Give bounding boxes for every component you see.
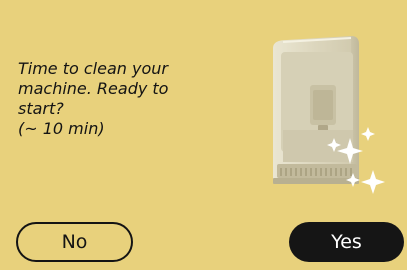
yes-button[interactable]: Yes (289, 222, 404, 262)
cleaning-prompt-screen: Time to clean your machine. Ready to sta… (0, 0, 407, 270)
no-button[interactable]: No (16, 222, 133, 262)
cleaning-prompt-text: Time to clean your machine. Ready to sta… (18, 59, 208, 139)
no-button-label: No (61, 231, 88, 253)
prompt-line-2: machine. Ready to (18, 79, 169, 98)
yes-button-label: Yes (331, 231, 362, 253)
prompt-line-4: (~ 10 min) (18, 119, 105, 138)
prompt-line-1: Time to clean your (18, 59, 168, 78)
prompt-line-3: start? (18, 99, 64, 118)
coffee-machine-cleaning-sparkles-icon (273, 36, 385, 194)
